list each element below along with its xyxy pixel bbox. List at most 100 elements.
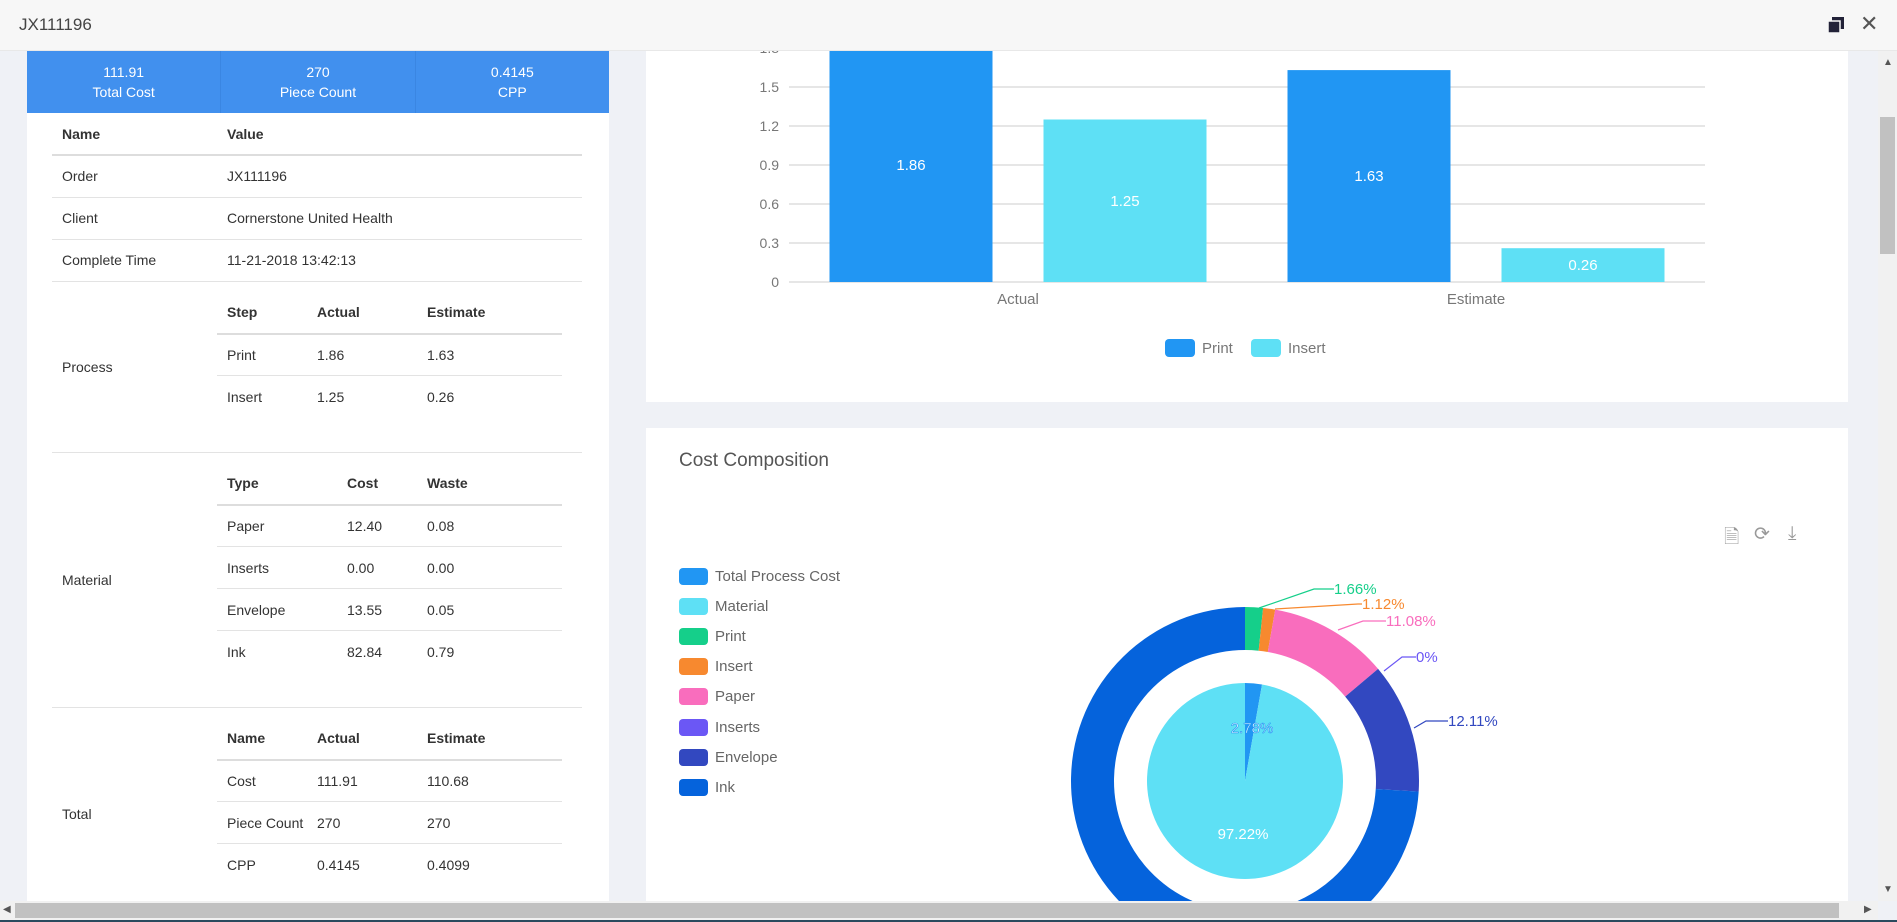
total-table: Name Actual Estimate Cost 111.91 110.68 Piece …	[217, 717, 562, 886]
column-header: Estimate	[417, 717, 562, 761]
y-tick-label: 1.5	[760, 79, 780, 95]
row-name: Material	[52, 452, 217, 708]
detail-table: Name Value Order JX111196 Client Cornerston…	[52, 113, 582, 901]
pie-label: 97.22%	[1218, 826, 1269, 843]
process-table: Step Actual Estimate Print 1.86 1.63 Insert 1.2…	[217, 291, 562, 418]
table-row: Envelope 13.55 0.05	[217, 588, 562, 631]
scroll-up-icon[interactable]: ▲	[1883, 57, 1893, 68]
column-header: Cost	[337, 462, 417, 506]
row-name: Complete Time	[52, 239, 217, 282]
kpi-value: 111.91	[103, 64, 145, 80]
table-header: Step Actual Estimate	[217, 291, 562, 335]
table-row: Inserts 0.00 0.00	[217, 546, 562, 589]
pie-label: 11.08%	[1386, 613, 1436, 630]
table-row: Insert 1.25 0.26	[217, 376, 562, 418]
y-tick-label: 0.6	[760, 196, 780, 212]
order-detail-panel: 111.91 Total Cost 270 Piece Count 0.4145 CP…	[27, 51, 609, 901]
table-cell: 0.05	[417, 588, 562, 631]
kpi-bar: 111.91 Total Cost 270 Piece Count 0.4145 CP…	[27, 51, 609, 113]
column-header: Name	[217, 717, 307, 761]
table-row: Client Cornerstone United Health	[52, 197, 582, 240]
table-row: Piece Count 270 270	[217, 801, 562, 844]
content-area: 111.91 Total Cost 270 Piece Count 0.4145 CP…	[0, 51, 1878, 901]
legend-label: Print	[1202, 340, 1234, 357]
legend-label: Insert	[1288, 340, 1326, 357]
table-cell: Paper	[217, 504, 337, 547]
table-cell: 0.08	[417, 504, 562, 547]
scroll-down-icon[interactable]: ▼	[1883, 884, 1893, 895]
material-row: Material Type Cost Waste Paper 12.40 0.08 Inser…	[52, 452, 582, 708]
y-tick-label: 1.8	[760, 51, 780, 56]
table-cell: 0.79	[427, 643, 455, 660]
row-name: Client	[52, 197, 217, 240]
table-cell: CPP	[227, 856, 256, 873]
table-cell: 1.63	[417, 333, 562, 376]
column-header: Actual	[307, 717, 417, 761]
table-cell: 1.86	[307, 333, 417, 376]
table-cell: 0.26	[427, 388, 455, 405]
table-cell: Print	[217, 333, 307, 376]
row-value: JX111196	[217, 155, 582, 198]
x-tick-label: Estimate	[1447, 291, 1505, 308]
table-cell: Ink	[227, 643, 246, 660]
pie-label: 12.11%	[1448, 713, 1498, 730]
horizontal-scrollbar[interactable]: ◀ ▶	[0, 901, 1878, 920]
label-leader-line	[1337, 620, 1386, 631]
kpi-total-cost: 111.91 Total Cost	[27, 51, 222, 113]
table-row: CPP 0.4145 0.4099	[217, 844, 562, 886]
x-tick-label: Actual	[997, 291, 1039, 308]
bar-data-label: 1.63	[1354, 168, 1383, 185]
table-cell: 12.40	[337, 504, 417, 547]
horizontal-scroll-thumb[interactable]	[15, 903, 1839, 918]
table-cell: 82.84	[347, 643, 383, 660]
y-tick-label: 0.3	[760, 235, 780, 251]
table-cell: 110.68	[417, 759, 562, 802]
table-row: Print 1.86 1.63	[217, 333, 562, 376]
vertical-scroll-thumb[interactable]	[1880, 117, 1895, 254]
table-cell: 111.91	[307, 759, 417, 802]
process-row: Process Step Actual Estimate Print 1.86 1.63 In…	[52, 281, 582, 453]
kpi-value: 270	[306, 64, 330, 80]
table-row: Complete Time 11-21-2018 13:42:13	[52, 239, 582, 282]
column-header: Estimate	[417, 291, 562, 335]
table-row: Order JX111196	[52, 155, 582, 198]
table-cell: Envelope	[217, 588, 337, 631]
bar-data-label: 0.26	[1568, 257, 1597, 274]
row-name: Order	[52, 155, 217, 198]
table-header: Name Actual Estimate	[217, 717, 562, 761]
table-row: Ink 82.84 0.79	[217, 631, 562, 673]
vertical-scrollbar[interactable]: ▲ ▼	[1878, 51, 1897, 901]
table-header: Name Value	[52, 113, 582, 156]
scroll-right-icon[interactable]: ▶	[1864, 904, 1872, 915]
kpi-cpp: 0.4145 CPP	[416, 51, 609, 113]
material-table: Type Cost Waste Paper 12.40 0.08 Inserts 0.00 0.…	[217, 462, 562, 673]
kpi-value: 0.4145	[490, 64, 534, 80]
table-row: Cost 111.91 110.68	[217, 759, 562, 802]
column-header: Name	[52, 113, 217, 156]
table-cell: 0.4099	[427, 856, 470, 873]
pie-label: 1.12%	[1362, 596, 1405, 613]
table-cell: 0.00	[337, 546, 417, 589]
table-cell: 0.4145	[317, 856, 360, 873]
bar-data-label: 1.86	[896, 157, 925, 174]
close-icon[interactable]: ✕	[1860, 13, 1878, 35]
kpi-piece-count: 270 Piece Count	[221, 51, 416, 113]
table-cell: Insert	[227, 388, 263, 405]
bar-data-label: 1.25	[1110, 193, 1139, 210]
scroll-left-icon[interactable]: ◀	[3, 904, 11, 915]
total-row: Total Name Actual Estimate Cost 111.91 110.68 P…	[52, 707, 582, 901]
row-value: Cornerstone United Health	[217, 197, 582, 240]
restore-window-icon[interactable]	[1827, 16, 1845, 34]
cost-composition-pie: 2.78%97.22%1.66%1.12%11.08%0%12.11%74.03…	[1071, 581, 1498, 901]
column-header: Type	[217, 462, 337, 506]
table-cell: Inserts	[217, 546, 337, 589]
column-header: Value	[217, 113, 582, 156]
kpi-label: Piece Count	[279, 84, 357, 100]
y-tick-label: 0.9	[760, 157, 780, 173]
title-bar: JX111196 ✕	[0, 0, 1897, 51]
table-cell: 270	[307, 801, 417, 844]
kpi-label: CPP	[497, 84, 527, 100]
window-title: JX111196	[19, 15, 92, 34]
legend-swatch	[1251, 339, 1281, 357]
process-bar-chart: 0 0.3 0.6 0.9 1.2 1.5 1.8 Actual 1.86 1.25 Estimat…	[760, 51, 1705, 357]
